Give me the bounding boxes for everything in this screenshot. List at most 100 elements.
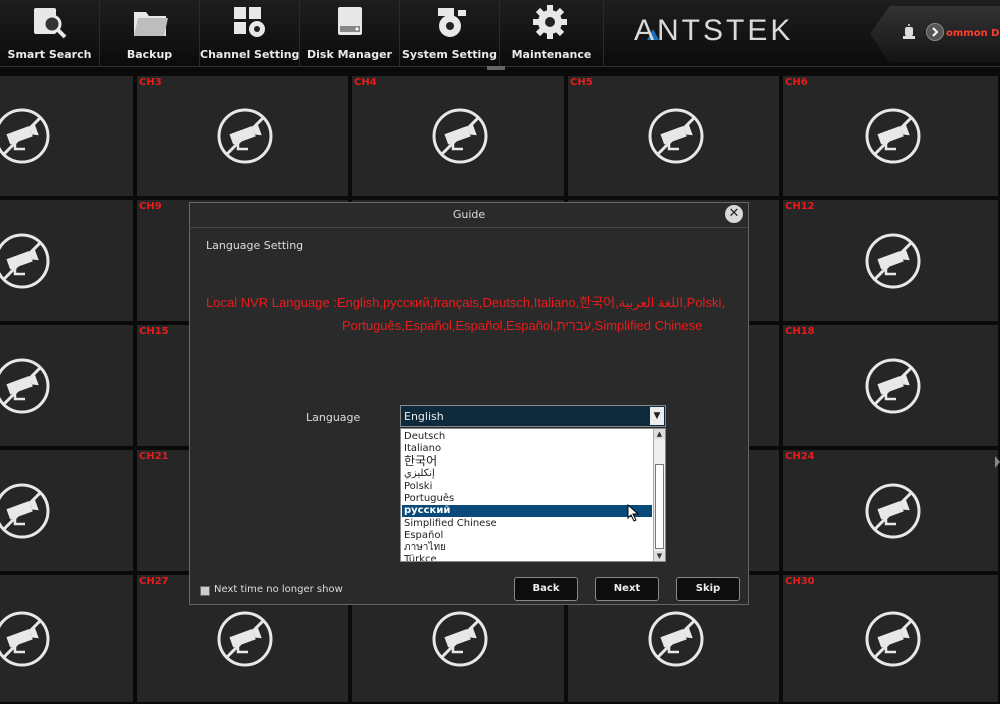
no-camera-icon (432, 108, 488, 164)
language-list-scrollbar[interactable]: ▲ ▼ (653, 429, 665, 561)
language-select[interactable]: English ▼ (400, 405, 666, 427)
no-camera-icon (0, 108, 49, 164)
channel-setting-icon (234, 7, 265, 37)
channel-label: CH3 (139, 77, 162, 88)
no-camera-icon (865, 358, 920, 413)
chevron-right-icon (932, 27, 939, 37)
next-button[interactable]: Next (595, 577, 659, 601)
language-option[interactable]: Español (402, 530, 652, 542)
maintenance-button[interactable]: Maintenance (500, 0, 604, 66)
language-option[interactable]: Italiano (402, 443, 652, 455)
user-menu-button[interactable] (926, 23, 944, 41)
no-camera-icon (865, 611, 920, 666)
close-icon[interactable]: ✕ (725, 205, 743, 223)
folder-icon (134, 12, 168, 36)
section-title: Language Setting (206, 239, 304, 252)
channel-label: CH18 (785, 326, 815, 337)
alarm-icon[interactable] (902, 24, 916, 40)
language-option[interactable]: Türkçe (402, 554, 652, 561)
camera-cell[interactable] (0, 74, 135, 198)
channel-label: CH6 (785, 77, 808, 88)
no-longer-show-checkbox[interactable] (200, 586, 210, 596)
side-panel-arrow-icon[interactable] (995, 456, 1000, 468)
backup-label: Backup (126, 48, 173, 61)
camera-cell[interactable]: CH6 (781, 74, 1000, 198)
channel-label: CH15 (139, 326, 169, 337)
no-longer-show-label: Next time no longer show (214, 584, 343, 595)
camera-cell[interactable]: CH24 (781, 448, 1000, 573)
no-camera-icon (217, 108, 272, 164)
chevron-down-icon[interactable]: ▼ (650, 407, 664, 425)
back-button[interactable]: Back (514, 577, 578, 601)
no-camera-icon (0, 358, 49, 413)
language-option[interactable]: Polski (402, 481, 652, 493)
no-camera-icon (865, 233, 920, 288)
camera-cell[interactable]: CH5 (566, 74, 781, 198)
channel-label: CH27 (139, 576, 169, 587)
gear-icon (533, 5, 567, 39)
maintenance-label: Maintenance (511, 48, 592, 61)
language-option[interactable]: ภาษาไทย (402, 542, 652, 554)
channel-setting-label: Channel Setting (200, 48, 300, 61)
scroll-up-icon[interactable]: ▲ (654, 429, 665, 439)
disk-manager-button[interactable]: Disk Manager (300, 0, 400, 66)
language-option[interactable]: Simplified Chinese (402, 518, 652, 530)
system-setting-label: System Setting (401, 48, 498, 61)
no-camera-icon (865, 108, 920, 164)
smart-search-label: Smart Search (7, 48, 92, 61)
brand-logo: ANTSTEK (634, 14, 794, 47)
language-option[interactable]: 한국어 (402, 455, 652, 467)
scroll-down-icon[interactable]: ▼ (654, 551, 665, 561)
language-option-list: Deutsch Italiano 한국어 إنكليزي Polski Port… (400, 428, 666, 562)
camera-cell[interactable] (0, 573, 135, 704)
no-camera-icon (0, 233, 49, 288)
scrollbar-thumb[interactable] (655, 464, 664, 549)
channel-label: CH21 (139, 451, 169, 462)
channel-label: CH24 (785, 451, 815, 462)
language-info-line1: Local NVR Language :English,русский,fran… (206, 295, 725, 310)
camera-cell[interactable] (0, 448, 135, 573)
skip-button[interactable]: Skip (676, 577, 740, 601)
camera-cell[interactable]: CH3 (135, 74, 350, 198)
language-label: Language (306, 411, 361, 424)
channel-label: CH5 (570, 77, 593, 88)
camera-cell[interactable]: CH18 (781, 323, 1000, 448)
no-camera-icon (648, 611, 703, 666)
no-camera-icon (217, 611, 272, 666)
no-camera-icon (432, 611, 488, 666)
channel-setting-button[interactable]: Channel Setting (200, 0, 300, 66)
language-select-value: English (404, 410, 444, 423)
channel-label: CH12 (785, 201, 815, 212)
channel-label: CH4 (354, 77, 377, 88)
smart-search-icon (34, 8, 67, 39)
channel-label: CH9 (139, 201, 162, 212)
camera-cell[interactable]: CH4 (350, 74, 566, 198)
no-camera-icon (648, 108, 703, 164)
toolbar-collapse-handle[interactable] (487, 66, 505, 70)
no-camera-icon (0, 611, 49, 666)
camera-cell[interactable] (0, 198, 135, 323)
language-option[interactable]: إنكليزي (402, 468, 652, 480)
user-name: ommon Di (946, 28, 1000, 39)
camera-cell[interactable] (0, 323, 135, 448)
language-option-highlighted[interactable]: русский (402, 505, 652, 517)
no-camera-icon (865, 483, 920, 538)
smart-search-button[interactable]: Smart Search (0, 0, 100, 66)
language-option[interactable]: Português (402, 493, 652, 505)
top-toolbar: Smart Search Backup Channel Setting Disk… (0, 0, 1000, 67)
mouse-cursor-icon (627, 504, 640, 522)
guide-dialog: Guide ✕ Language Setting Local NVR Langu… (189, 202, 749, 605)
system-setting-icon (438, 8, 466, 37)
no-camera-icon (0, 483, 49, 538)
dialog-title: Guide (190, 203, 748, 228)
disk-icon (338, 7, 362, 35)
system-setting-button[interactable]: System Setting (400, 0, 500, 66)
channel-label: CH30 (785, 576, 815, 587)
disk-manager-label: Disk Manager (307, 48, 392, 61)
language-option[interactable]: Deutsch (402, 431, 652, 443)
language-info-text: Local NVR Language :English,русский,fran… (206, 291, 746, 337)
camera-cell[interactable]: CH30 (781, 573, 1000, 704)
backup-button[interactable]: Backup (100, 0, 200, 66)
camera-cell[interactable]: CH12 (781, 198, 1000, 323)
language-info-line2: Português,Español,Español,Español,עברית,… (342, 318, 703, 333)
